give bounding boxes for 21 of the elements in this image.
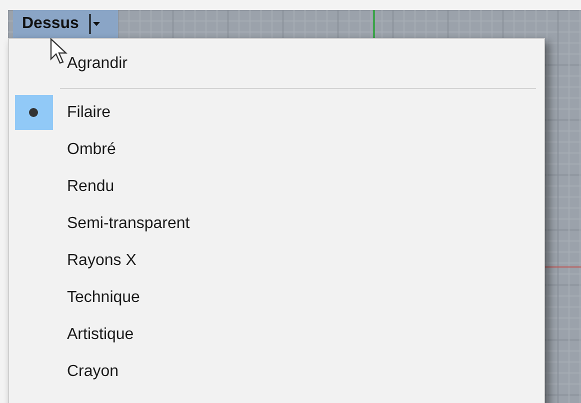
menu-item-label: Crayon: [67, 362, 119, 382]
menu-item[interactable]: Semi-transparent: [9, 205, 544, 242]
menu-item[interactable]: Crayon: [9, 353, 544, 390]
menu-item-label: Semi-transparent: [67, 214, 190, 234]
menu-item[interactable]: Artistique: [9, 316, 544, 353]
caret-icon[interactable]: [88, 14, 101, 34]
menu-item-label: Ombré: [67, 140, 116, 160]
menu-item-label: Artistique: [67, 324, 134, 344]
menu-item[interactable]: Agrandir: [9, 45, 544, 82]
menu-item[interactable]: Rendu: [9, 168, 544, 205]
viewport-tab[interactable]: Dessus: [13, 10, 118, 38]
menu-item[interactable]: Filaire: [9, 94, 544, 131]
menu-item-label: Rayons X: [67, 250, 136, 270]
menu-item-label: Filaire: [67, 102, 111, 122]
menu-item-label: Technique: [67, 288, 140, 308]
viewport-title: Dessus: [22, 14, 79, 34]
menu-item-label: Agrandir: [67, 54, 128, 74]
menu-item[interactable]: Technique: [9, 279, 544, 316]
menu-item[interactable]: Rayons X: [9, 242, 544, 279]
menu-item[interactable]: Ombré: [9, 131, 544, 168]
menu-item-label: Rendu: [67, 176, 114, 196]
